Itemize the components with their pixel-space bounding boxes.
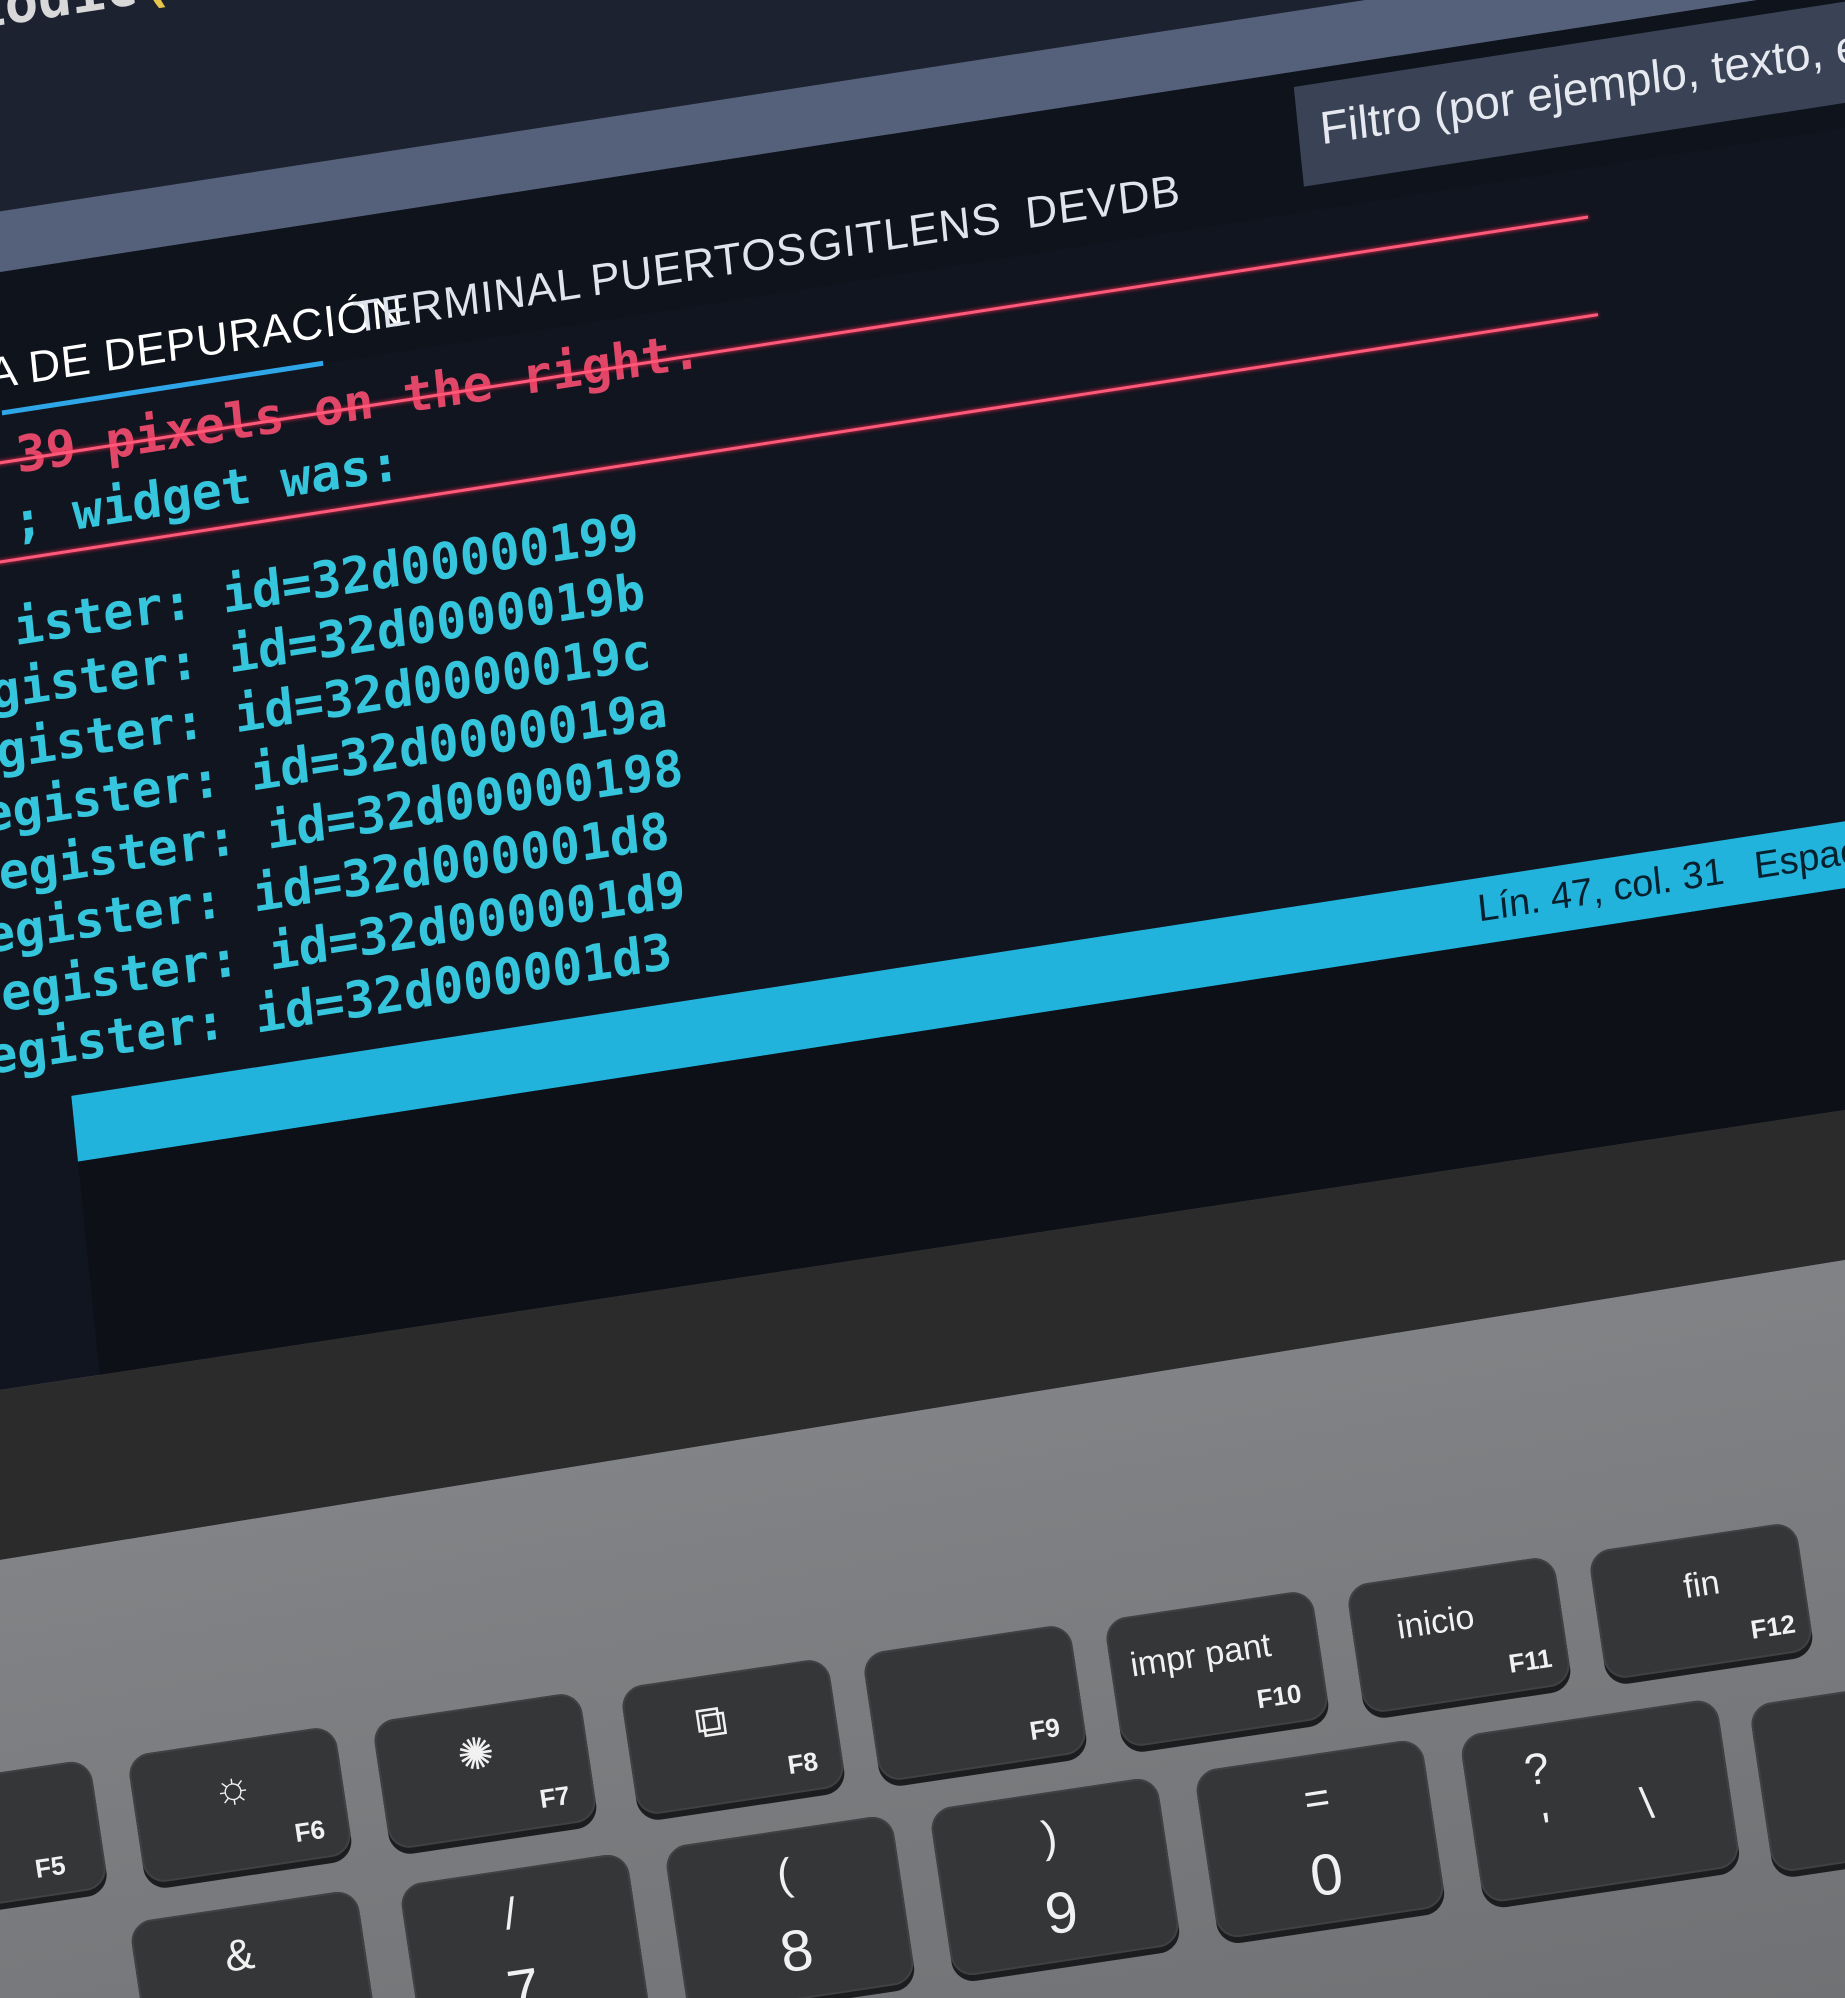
key-fn-label: F12: [1748, 1608, 1798, 1645]
key-fn-label: F9: [1027, 1711, 1062, 1747]
key-f5[interactable]: F5: [0, 1758, 109, 1912]
display-switch-icon: ⧉: [692, 1695, 731, 1749]
code-identifier: iodic: [0, 0, 141, 43]
key-fn-label: F10: [1254, 1677, 1304, 1715]
code-argument: con: [168, 0, 275, 12]
key-number: 7: [502, 1955, 545, 1998]
key-fn-label: F11: [1506, 1642, 1554, 1679]
key-symbol-tertiary: \: [1637, 1778, 1657, 1829]
key-symbol: ): [1038, 1811, 1061, 1863]
key-number: 8: [775, 1916, 818, 1986]
key-0[interactable]: = 0: [1193, 1737, 1447, 1941]
key-symbol: ?: [1521, 1743, 1553, 1796]
key-number: 0: [1305, 1840, 1348, 1910]
key-number: 9: [1040, 1878, 1083, 1948]
key-symbol: &: [221, 1929, 258, 1982]
key-9[interactable]: ) 9: [928, 1775, 1182, 1979]
key-main-label: inicio: [1394, 1597, 1477, 1647]
key-main-label: fin: [1680, 1563, 1723, 1607]
code-line: iodic(con: [0, 0, 274, 43]
key-8[interactable]: ( 8: [663, 1813, 917, 1998]
key-symbol-secondary: ': [1539, 1803, 1556, 1854]
key-fn-label: F6: [292, 1813, 327, 1849]
key-symbol: (: [773, 1849, 796, 1901]
key-fn-label: F8: [785, 1745, 820, 1781]
key-symbol: /: [500, 1889, 520, 1940]
brightness-up-icon: ✺: [454, 1727, 498, 1782]
key-fn-label: F7: [537, 1779, 572, 1815]
code-paren: (: [134, 0, 174, 18]
key-fn-label: F5: [32, 1849, 68, 1884]
photo-scene: iodic(con A DE DEPURACIÓN TERMINAL PUERT…: [0, 0, 1845, 1998]
key-symbol: =: [1300, 1772, 1334, 1825]
key-main-label: impr pant: [1127, 1625, 1274, 1685]
brightness-down-icon: ☼: [208, 1760, 257, 1815]
